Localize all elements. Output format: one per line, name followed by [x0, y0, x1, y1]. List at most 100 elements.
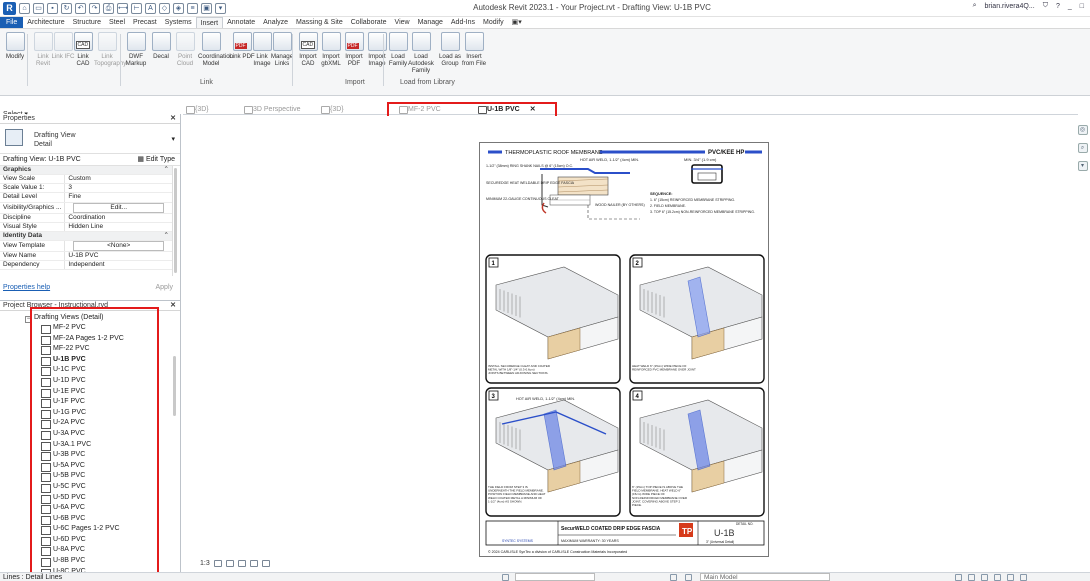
property-value[interactable]: Independent — [64, 260, 172, 271]
browser-item-u-8a-pvc[interactable]: U-8A PVC — [0, 545, 180, 557]
ribbon-tab-massing-site[interactable]: Massing & Site — [292, 17, 347, 28]
main-model-selector[interactable]: Main Model — [700, 573, 830, 581]
ribbon-tab-analyze[interactable]: Analyze — [259, 17, 292, 28]
view-scale[interactable]: 1:3 — [200, 560, 210, 567]
property-value[interactable]: Hidden Line — [64, 222, 172, 232]
property-value[interactable]: Edit... — [64, 202, 172, 214]
point-cloud-button[interactable]: Point Cloud — [172, 32, 198, 67]
sync-icon[interactable]: ↻ — [61, 3, 72, 14]
property-group[interactable]: Graphics ⌃ — [0, 166, 172, 176]
edit-type-button[interactable]: ▦ Edit Type — [137, 154, 175, 166]
browser-item-u-2a-pvc[interactable]: U-2A PVC — [0, 418, 180, 429]
view-tab-2[interactable]: 3D Perspective — [243, 104, 300, 115]
cart-icon[interactable]: ⛉ — [1043, 2, 1048, 10]
zoom-icon[interactable]: ⌕ — [1077, 143, 1088, 153]
tree-root[interactable]: − Drafting Views (Detail) — [0, 313, 180, 323]
ribbon-tab-architecture[interactable]: Architecture — [23, 17, 68, 28]
ribbon-tab-add-ins[interactable]: Add-Ins — [447, 17, 479, 28]
browser-item-u-3a-pvc[interactable]: U-3A PVC — [0, 429, 180, 440]
link-topography-button[interactable]: Link Topography — [94, 32, 126, 67]
browser-item-mf-22-pvc[interactable]: MF-22 PVC — [0, 344, 180, 355]
properties-help-link[interactable]: Properties help — [3, 284, 50, 291]
browser-item-mf-2a-pages-1-2-pvc[interactable]: MF-2A Pages 1-2 PVC — [0, 334, 180, 345]
select-underlay-icon[interactable] — [968, 574, 975, 581]
undo-icon[interactable]: ↶ — [75, 3, 86, 14]
browser-item-u-3a-1-pvc[interactable]: U-3A.1 PVC — [0, 440, 180, 451]
properties-scrollbar[interactable] — [172, 166, 177, 276]
collapse-icon[interactable]: − — [25, 316, 32, 323]
ribbon-tab-file[interactable]: File — [0, 17, 24, 28]
browser-item-u-1c-pvc[interactable]: U-1C PVC — [0, 365, 180, 376]
sun-path-icon[interactable] — [237, 560, 246, 567]
property-value[interactable]: Fine — [64, 192, 172, 203]
ribbon-tab-manage[interactable]: Manage — [414, 17, 447, 28]
drag-on-selection-icon[interactable] — [1007, 574, 1014, 581]
apply-button[interactable]: Apply — [155, 282, 173, 294]
property-value[interactable]: <None> — [64, 240, 172, 253]
section-icon[interactable]: ◈ — [173, 3, 184, 14]
select-links-icon[interactable] — [955, 574, 962, 581]
switch-windows-icon[interactable]: ▣ — [201, 3, 212, 14]
browser-item-u-8b-pvc[interactable]: U-8B PVC — [0, 556, 180, 567]
browser-item-mf-2-pvc[interactable]: MF-2 PVC — [0, 323, 180, 334]
ribbon-tab-precast[interactable]: Precast — [129, 17, 161, 28]
revit-logo-icon[interactable]: R — [3, 2, 16, 15]
modify-button[interactable]: Modify — [2, 32, 28, 60]
ribbon-tab-view[interactable]: View — [391, 17, 414, 28]
select-pinned-icon[interactable] — [981, 574, 988, 581]
ribbon-tab-structure[interactable]: Structure — [69, 17, 105, 28]
instance-selector[interactable]: Drafting View: U-1B PVC ▦ Edit Type — [0, 154, 180, 166]
search-icon[interactable]: ⌕ — [973, 2, 977, 10]
temporary-hide-icon[interactable] — [261, 560, 270, 567]
load-autodesk-family-button[interactable]: Load Autodesk Family — [408, 32, 434, 74]
crop-view-icon[interactable] — [249, 560, 258, 567]
restore-button[interactable]: □ — [1080, 3, 1084, 10]
help-icon[interactable]: ? — [1056, 3, 1060, 10]
properties-close-button[interactable]: ✕ — [170, 114, 176, 124]
type-selector[interactable]: Drafting View Detail ▾ — [0, 124, 180, 154]
property-value[interactable]: Custom — [64, 174, 172, 185]
collapse-icon[interactable]: ⌃ — [164, 232, 169, 240]
worksharing-icon[interactable] — [502, 574, 509, 581]
editing-requests-icon[interactable] — [685, 574, 692, 581]
browser-item-u-1e-pvc[interactable]: U-1E PVC — [0, 387, 180, 398]
aligned-dimension-icon[interactable]: ⊢ — [131, 3, 142, 14]
ribbon-tab-systems[interactable]: Systems — [161, 17, 196, 28]
visual-style-icon[interactable] — [225, 560, 234, 567]
home-icon[interactable]: ⌂ — [19, 3, 30, 14]
ribbon-tab-insert[interactable]: Insert — [195, 17, 224, 28]
browser-item-u-5d-pvc[interactable]: U-5D PVC — [0, 493, 180, 504]
property-edit-button[interactable]: Edit... — [73, 202, 164, 213]
property-value[interactable]: 3 — [64, 183, 172, 194]
collapse-icon[interactable]: ⌃ — [164, 166, 169, 174]
minimize-button[interactable]: _ — [1068, 3, 1072, 10]
customize-qat-icon[interactable]: ▾ — [215, 3, 226, 14]
browser-item-u-6c-pages-1-2-pvc[interactable]: U-6C Pages 1-2 PVC — [0, 524, 180, 535]
browser-item-u-1g-pvc[interactable]: U-1G PVC — [0, 408, 180, 419]
link-cad-button[interactable]: Link CAD — [70, 32, 96, 67]
ribbon-tab-steel[interactable]: Steel — [105, 17, 129, 28]
view-tab-3[interactable]: {3D} — [320, 104, 344, 115]
tab-close-button[interactable]: ✕ — [530, 106, 536, 113]
decal-button[interactable]: Decal — [148, 32, 174, 60]
browser-item-u-1d-pvc[interactable]: U-1D PVC — [0, 376, 180, 387]
ribbon-tab-[interactable]: ▣▾ — [508, 17, 526, 28]
open-icon[interactable]: ▭ — [33, 3, 44, 14]
measure-icon[interactable]: ⟷ — [117, 3, 128, 14]
browser-item-u-5b-pvc[interactable]: U-5B PVC — [0, 471, 180, 482]
browser-item-u-6d-pvc[interactable]: U-6D PVC — [0, 535, 180, 546]
user-account[interactable]: brian.rivera4Q... — [985, 3, 1035, 10]
property-group[interactable]: Identity Data ⌃ — [0, 231, 172, 241]
select-by-face-icon[interactable] — [994, 574, 1001, 581]
ribbon-tab-modify[interactable]: Modify — [479, 17, 508, 28]
browser-item-u-6b-pvc[interactable]: U-6B PVC — [0, 514, 180, 525]
coordination-model-button[interactable]: Coordination Model — [198, 32, 233, 67]
view-tab-1[interactable]: {3D} — [185, 104, 209, 115]
ribbon-tab-annotate[interactable]: Annotate — [223, 17, 259, 28]
print-icon[interactable]: ⎙ — [103, 3, 114, 14]
redo-icon[interactable]: ↷ — [89, 3, 100, 14]
thin-lines-icon[interactable]: ≡ — [187, 3, 198, 14]
filter-icon[interactable] — [1020, 574, 1027, 581]
property-value[interactable]: Coordination — [64, 213, 172, 223]
ribbon-tab-collaborate[interactable]: Collaborate — [347, 17, 391, 28]
